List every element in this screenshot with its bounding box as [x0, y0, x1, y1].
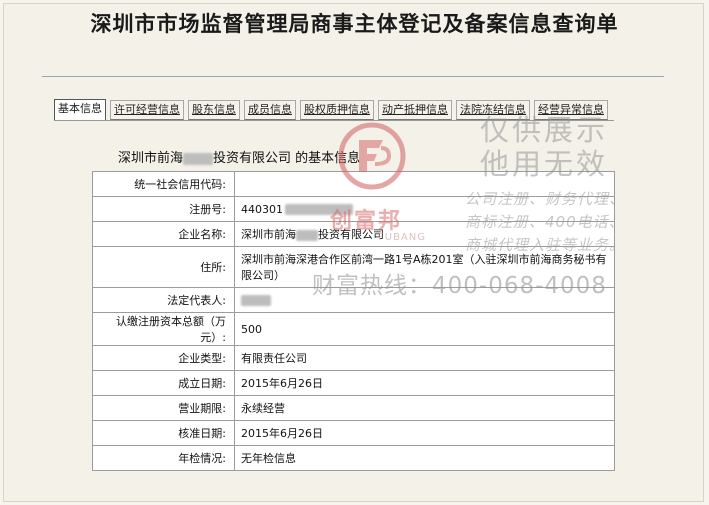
row-value: 深圳市前海: [241, 228, 296, 241]
tab-underline: [54, 120, 614, 121]
tab-license-info[interactable]: 许可经营信息: [110, 100, 184, 120]
row-key: 年检情况:: [92, 445, 235, 471]
redacted-mask: [241, 295, 271, 306]
page-title: 深圳市市场监督管理局商事主体登记及备案信息查询单: [90, 12, 619, 36]
row-key: 企业名称:: [92, 221, 235, 247]
row-key: 法定代表人:: [92, 287, 235, 313]
redacted-mask: [285, 204, 353, 215]
tab-abnormal-operation-info[interactable]: 经营异常信息: [534, 100, 608, 120]
row-key: 成立日期:: [92, 370, 235, 396]
heading-prefix: 深圳市前海: [118, 151, 184, 166]
row-key: 统一社会信用代码:: [92, 171, 235, 197]
table-row: 营业期限: 永续经营: [92, 395, 615, 421]
row-value: 永续经营: [234, 395, 615, 421]
tab-shareholder-info[interactable]: 股东信息: [188, 100, 240, 120]
row-value-cell: 440301: [234, 196, 615, 222]
table-row: 年检情况: 无年检信息: [92, 445, 615, 471]
table-row: 住所: 深圳市前海深港合作区前湾一路1号A栋201室（入驻深圳市前海商务秘书有限…: [92, 246, 615, 288]
basic-info-table: 统一社会信用代码: 注册号: 440301 企业名称: 深圳市前海 投资有限公司 …: [92, 171, 615, 471]
tab-chattel-mortgage-info[interactable]: 动产抵押信息: [378, 100, 452, 120]
row-key: 认缴注册资本总额（万元）:: [92, 312, 235, 346]
table-row: 注册号: 440301: [92, 196, 615, 222]
table-row: 核准日期: 2015年6月26日: [92, 420, 615, 446]
heading-tail: 的基本信息: [291, 151, 361, 166]
row-key: 企业类型:: [92, 345, 235, 371]
tab-member-info[interactable]: 成员信息: [244, 100, 296, 120]
row-value: 2015年6月26日: [234, 420, 615, 446]
row-value-suffix: 投资有限公司: [318, 228, 384, 241]
row-value-cell: 深圳市前海 投资有限公司: [234, 221, 615, 247]
row-value: 有限责任公司: [234, 345, 615, 371]
heading-suffix: 投资有限公司: [213, 151, 292, 166]
tab-basic-info[interactable]: 基本信息: [54, 99, 106, 120]
table-row: 企业名称: 深圳市前海 投资有限公司: [92, 221, 615, 247]
redacted-mask: [183, 152, 214, 165]
table-row: 认缴注册资本总额（万元）: 500: [92, 312, 615, 346]
row-key: 注册号:: [92, 196, 235, 222]
table-row: 企业类型: 有限责任公司: [92, 345, 615, 371]
row-value: 无年检信息: [234, 445, 615, 471]
row-value-cell: [234, 287, 615, 313]
row-value: 2015年6月26日: [234, 370, 615, 396]
redacted-mask: [296, 229, 318, 241]
row-key: 营业期限:: [92, 395, 235, 421]
row-value: 深圳市前海深港合作区前湾一路1号A栋201室（入驻深圳市前海商务秘书有限公司）: [234, 246, 615, 288]
row-key: 核准日期:: [92, 420, 235, 446]
tab-court-freeze-info[interactable]: 法院冻结信息: [456, 100, 530, 120]
table-row: 成立日期: 2015年6月26日: [92, 370, 615, 396]
title-divider: [42, 76, 664, 77]
row-key: 住所:: [92, 246, 235, 288]
row-value: 440301: [241, 202, 283, 216]
table-row: 统一社会信用代码:: [92, 171, 615, 197]
row-value: [234, 171, 615, 197]
tab-bar: 基本信息 许可经营信息 股东信息 成员信息 股权质押信息 动产抵押信息 法院冻结…: [54, 99, 612, 120]
table-row: 法定代表人:: [92, 287, 615, 313]
section-heading: 深圳市前海 投资有限公司 的基本信息: [118, 147, 360, 166]
tab-equity-pledge-info[interactable]: 股权质押信息: [300, 100, 374, 120]
row-value: 500: [234, 312, 615, 346]
